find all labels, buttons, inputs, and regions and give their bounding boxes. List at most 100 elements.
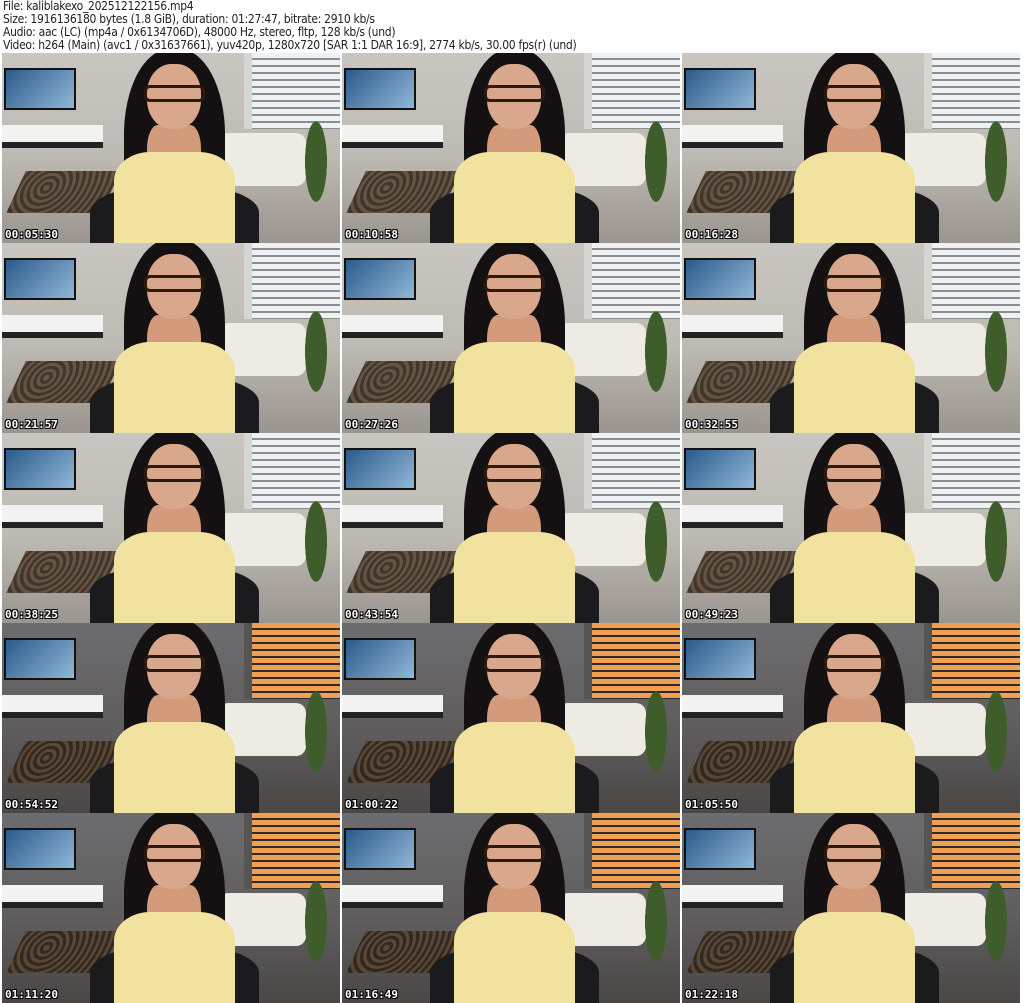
thumbnail-scene-top <box>453 151 576 243</box>
thumbnail-scene-top <box>793 531 916 623</box>
thumbnail-timestamp: 00:27:26 <box>345 418 398 431</box>
thumbnail-scene-glasses <box>823 845 885 863</box>
thumbnail-scene-console <box>342 885 444 909</box>
thumbnail-scene-plant <box>979 879 1014 984</box>
thumbnail-scene-window <box>924 623 1020 699</box>
thumbnail-scene-top <box>113 531 236 623</box>
video-thumbnail: 00:49:23 <box>682 433 1020 623</box>
thumbnail-scene-tv <box>684 258 756 301</box>
thumbnail-scene-console <box>342 695 444 719</box>
thumbnail-timestamp: 01:16:49 <box>345 988 398 1001</box>
thumbnail-scene-window <box>924 433 1020 509</box>
thumbnail-scene-top <box>793 151 916 243</box>
thumbnail-scene-tv <box>4 448 76 491</box>
thumbnail-scene-tv <box>684 638 756 681</box>
thumbnail-scene-top <box>793 911 916 1003</box>
thumbnail-timestamp: 00:38:25 <box>5 608 58 621</box>
thumbnail-scene-tv <box>4 828 76 871</box>
thumbnail-scene-top <box>793 341 916 433</box>
thumbnail-scene-console <box>682 505 784 529</box>
thumbnail-scene-glasses <box>823 655 885 673</box>
thumbnail-scene-glasses <box>823 85 885 103</box>
thumbnail-timestamp: 01:11:20 <box>5 988 58 1001</box>
video-thumbnail: 00:54:52 <box>2 623 340 813</box>
thumbnail-scene-top <box>453 341 576 433</box>
thumbnail-scene-plant <box>299 689 334 794</box>
thumbnail-timestamp: 00:49:23 <box>685 608 738 621</box>
thumbnail-scene-console <box>342 505 444 529</box>
video-thumbnail: 00:05:30 <box>2 53 340 243</box>
thumbnail-scene-glasses <box>143 465 205 483</box>
thumbnail-scene-top <box>453 721 576 813</box>
thumbnail-scene-glasses <box>143 275 205 293</box>
thumbnail-scene-glasses <box>483 465 545 483</box>
thumbnail-timestamp: 00:54:52 <box>5 798 58 811</box>
thumbnail-scene-console <box>2 695 104 719</box>
thumbnail-scene-window <box>244 53 340 129</box>
thumbnail-scene-plant <box>299 309 334 414</box>
thumbnail-scene-console <box>2 315 104 339</box>
thumbnail-scene-plant <box>639 689 674 794</box>
thumbnail-scene-top <box>453 531 576 623</box>
thumbnail-scene-tv <box>4 68 76 111</box>
thumbnail-scene-plant <box>979 499 1014 604</box>
thumbnail-scene-console <box>682 695 784 719</box>
video-thumbnail: 00:16:28 <box>682 53 1020 243</box>
thumbnail-scene-glasses <box>823 275 885 293</box>
video-thumbnail: 01:16:49 <box>342 813 680 1003</box>
thumbnail-scene-plant <box>639 309 674 414</box>
thumbnail-timestamp: 01:05:50 <box>685 798 738 811</box>
thumbnail-scene-plant <box>639 499 674 604</box>
thumbnail-scene-console <box>682 125 784 149</box>
thumbnail-timestamp: 00:21:57 <box>5 418 58 431</box>
thumbnail-scene-console <box>342 125 444 149</box>
video-thumbnail: 00:21:57 <box>2 243 340 433</box>
thumbnail-scene-glasses <box>483 85 545 103</box>
thumbnail-grid: 00:05:30 00:10:58 00:16:28 00:21:57 00:27:26… <box>2 53 1022 1003</box>
thumbnail-scene-window <box>584 243 680 319</box>
video-thumbnail: 00:27:26 <box>342 243 680 433</box>
video-thumbnail: 00:10:58 <box>342 53 680 243</box>
thumbnail-scene-top <box>113 341 236 433</box>
video-thumbnail: 00:32:55 <box>682 243 1020 433</box>
thumbnail-scene-plant <box>979 309 1014 414</box>
thumbnail-timestamp: 01:00:22 <box>345 798 398 811</box>
thumbnail-scene-top <box>113 911 236 1003</box>
thumbnail-scene-tv <box>344 448 416 491</box>
thumbnail-scene-window <box>584 813 680 889</box>
thumbnail-scene-console <box>2 505 104 529</box>
thumbnail-scene-top <box>453 911 576 1003</box>
thumbnail-scene-window <box>584 433 680 509</box>
thumbnail-scene-top <box>113 151 236 243</box>
thumbnail-timestamp: 00:16:28 <box>685 228 738 241</box>
thumbnail-scene-tv <box>344 258 416 301</box>
thumbnail-scene-glasses <box>143 655 205 673</box>
thumbnail-scene-window <box>924 53 1020 129</box>
video-info: Video: h264 (Main) (avc1 / 0x31637661), … <box>3 38 577 52</box>
thumbnail-scene-window <box>244 433 340 509</box>
thumbnail-scene-window <box>924 243 1020 319</box>
thumbnail-timestamp: 00:05:30 <box>5 228 58 241</box>
thumbnail-scene-console <box>342 315 444 339</box>
thumbnail-scene-window <box>924 813 1020 889</box>
thumbnail-scene-tv <box>344 68 416 111</box>
thumbnail-scene-tv <box>344 828 416 871</box>
thumbnail-scene-glasses <box>143 85 205 103</box>
thumbnail-scene-glasses <box>483 655 545 673</box>
thumbnail-scene-tv <box>684 448 756 491</box>
thumbnail-scene-tv <box>344 638 416 681</box>
thumbnail-scene-top <box>113 721 236 813</box>
thumbnail-scene-tv <box>684 68 756 111</box>
video-thumbnail: 00:43:54 <box>342 433 680 623</box>
thumbnail-scene-plant <box>639 879 674 984</box>
thumbnail-scene-plant <box>299 499 334 604</box>
thumbnail-scene-console <box>682 885 784 909</box>
file-info-header: File: kaliblakexo_202512122156.mp4 Size:… <box>3 0 577 52</box>
video-thumbnail: 01:11:20 <box>2 813 340 1003</box>
thumbnail-timestamp: 01:22:18 <box>685 988 738 1001</box>
thumbnail-scene-glasses <box>823 465 885 483</box>
thumbnail-scene-window <box>244 243 340 319</box>
video-thumbnail: 01:00:22 <box>342 623 680 813</box>
thumbnail-timestamp: 00:32:55 <box>685 418 738 431</box>
thumbnail-scene-console <box>2 125 104 149</box>
